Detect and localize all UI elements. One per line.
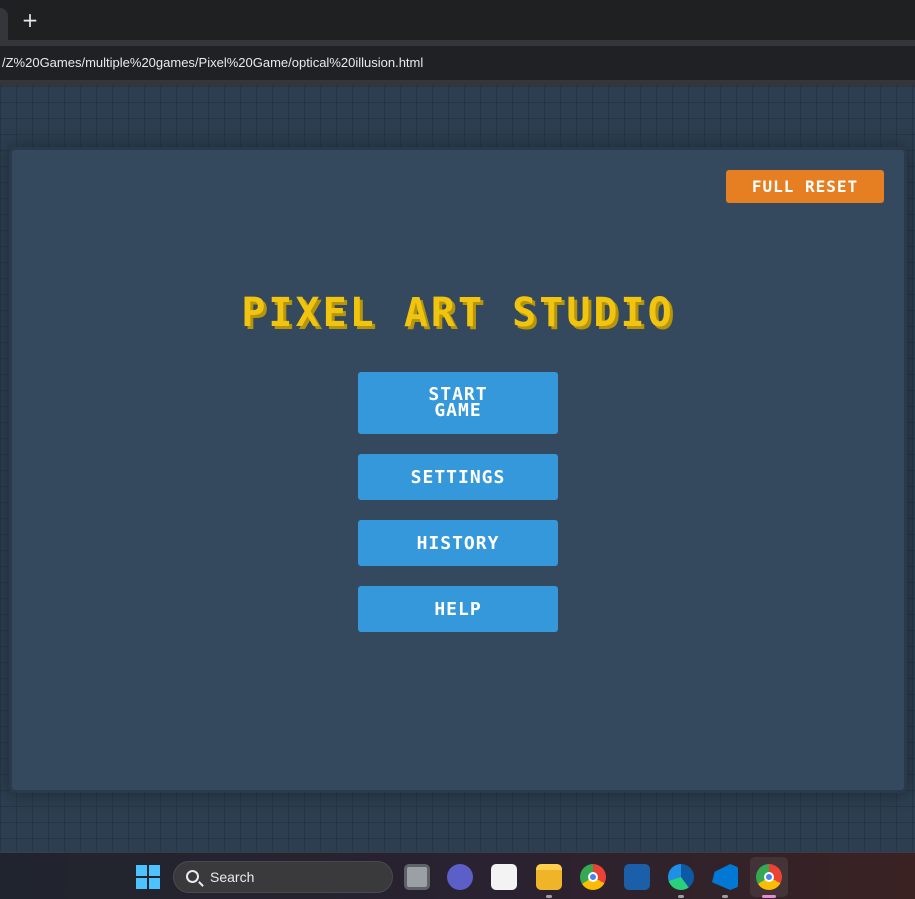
chat-icon[interactable] (447, 864, 473, 890)
start-game-label-line2: GAME (434, 400, 482, 421)
taskbar-search-box[interactable]: Search (173, 861, 393, 893)
windows-start-icon[interactable] (136, 865, 160, 889)
chess-icon[interactable] (624, 864, 650, 890)
task-view-icon[interactable] (404, 864, 430, 890)
store-icon[interactable] (491, 864, 517, 890)
vscode-icon[interactable] (712, 864, 738, 890)
game-panel: FULL RESET PIXEL ART STUDIO START GAME S… (9, 147, 907, 793)
address-bar-url[interactable]: /Z%20Games/multiple%20games/Pixel%20Game… (2, 46, 423, 80)
browser-tab-strip: + (0, 0, 915, 40)
taskbar: Search (0, 852, 915, 899)
taskbar-search-label: Search (210, 869, 255, 885)
running-indicator (678, 895, 684, 898)
help-button[interactable]: HELP (358, 586, 558, 632)
file-explorer-icon[interactable] (536, 864, 562, 890)
running-indicator (722, 895, 728, 898)
start-game-button[interactable]: START GAME (358, 372, 558, 434)
address-bar[interactable]: /Z%20Games/multiple%20games/Pixel%20Game… (0, 46, 915, 80)
settings-button[interactable]: SETTINGS (358, 454, 558, 500)
new-tab-button[interactable]: + (18, 6, 42, 34)
chrome-active-icon[interactable] (756, 864, 782, 890)
history-button[interactable]: HISTORY (358, 520, 558, 566)
full-reset-button[interactable]: FULL RESET (726, 170, 884, 203)
page-background: FULL RESET PIXEL ART STUDIO START GAME S… (0, 86, 915, 852)
search-icon (186, 870, 199, 883)
chrome-logo-center (764, 872, 774, 882)
chrome-icon[interactable] (580, 864, 606, 890)
browser-toolbar: /Z%20Games/multiple%20games/Pixel%20Game… (0, 40, 915, 86)
active-indicator (762, 895, 776, 898)
running-indicator (546, 895, 552, 898)
game-title: PIXEL ART STUDIO (241, 290, 675, 336)
edge-icon[interactable] (668, 864, 694, 890)
browser-tab[interactable] (0, 8, 8, 40)
chrome-logo-center (588, 872, 598, 882)
